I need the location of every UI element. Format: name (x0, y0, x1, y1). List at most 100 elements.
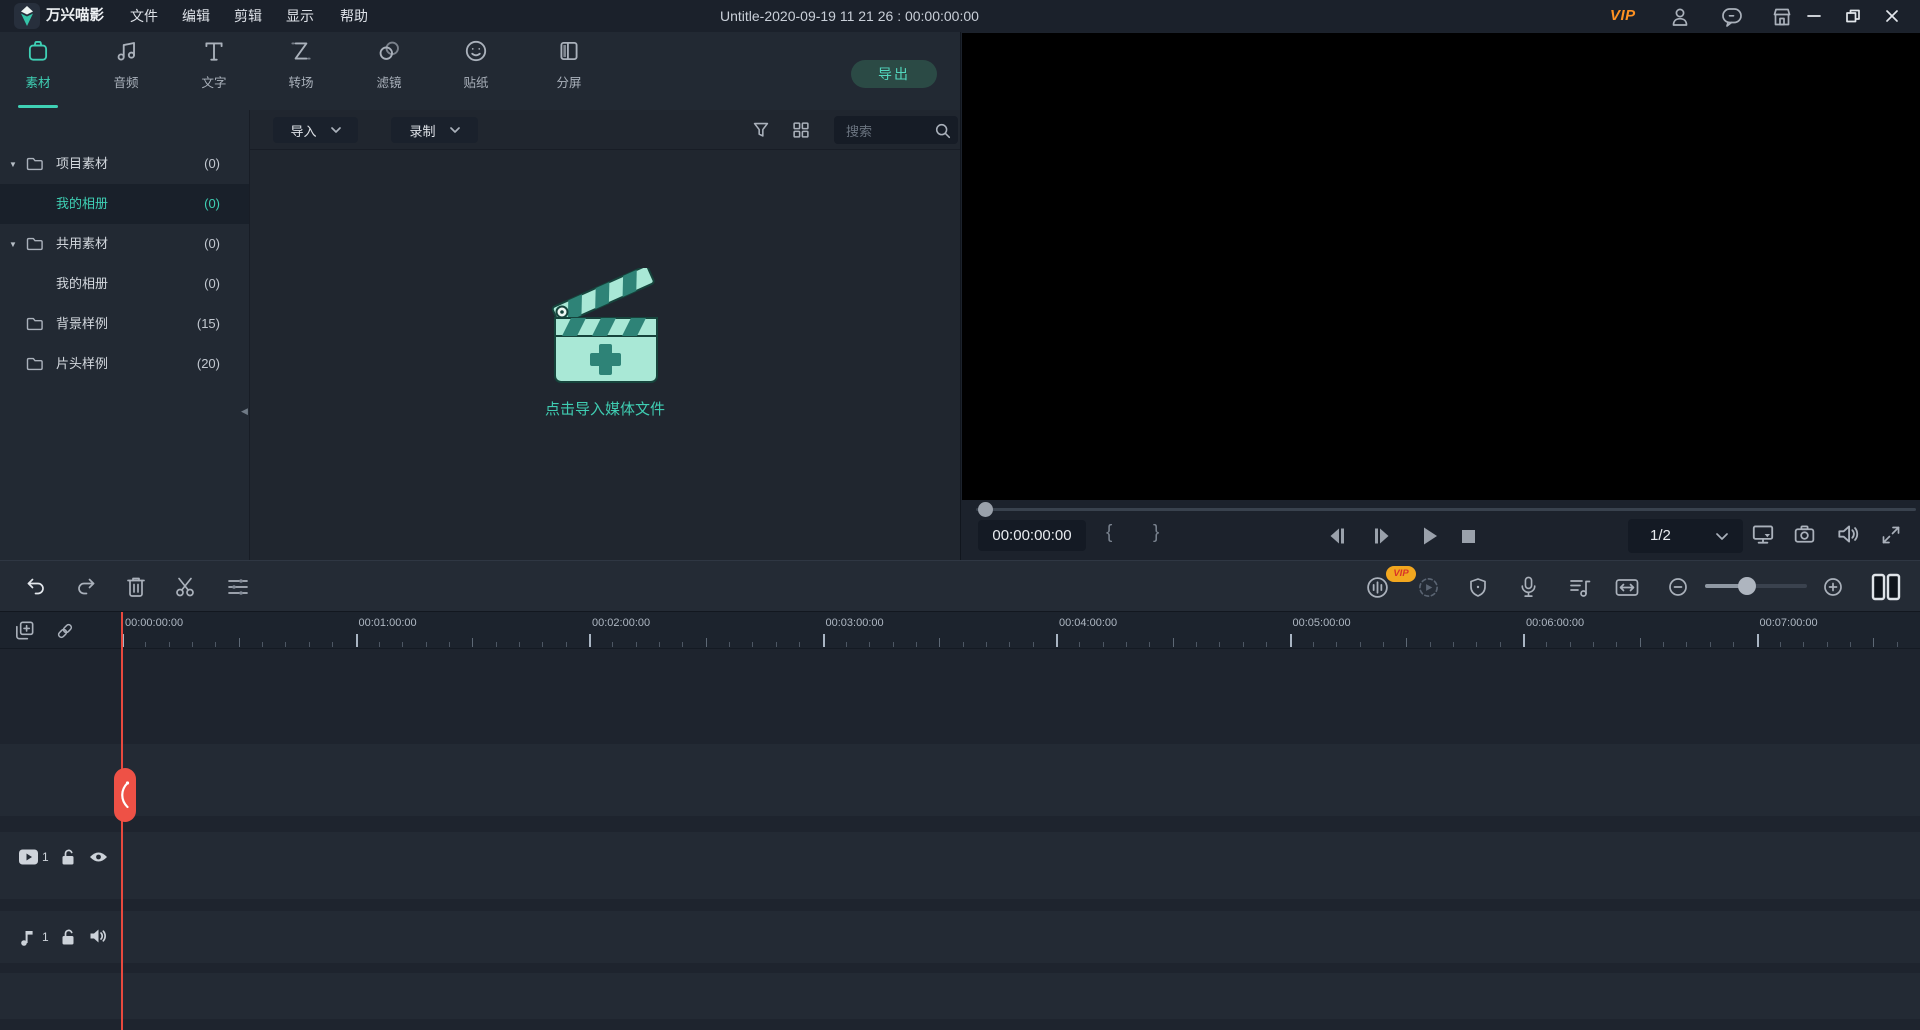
sticker-tab-icon (463, 38, 489, 64)
expand-arrow-icon[interactable]: ▼ (9, 225, 17, 265)
menu-help[interactable]: 帮助 (336, 0, 372, 32)
play-button[interactable] (1420, 525, 1440, 547)
volume-icon[interactable] (1835, 521, 1861, 547)
ruler-tick (1500, 642, 1501, 647)
minimize-button[interactable] (1806, 8, 1822, 24)
tab-splitscreen[interactable]: 分屏 (537, 38, 601, 104)
menu-file[interactable]: 文件 (126, 0, 162, 32)
restore-button[interactable] (1845, 8, 1861, 24)
import-button[interactable]: 导入 (273, 117, 358, 143)
tab-transition[interactable]: 转场 (269, 38, 333, 104)
lock-icon[interactable] (60, 927, 78, 947)
ruler-tick (706, 638, 707, 647)
ruler-tick (1266, 642, 1267, 647)
menu-edit[interactable]: 编辑 (178, 0, 214, 32)
stop-button[interactable] (1461, 529, 1476, 544)
sidebar-item-my-album[interactable]: 我的相册 (0) (0, 184, 249, 224)
undo-button[interactable] (24, 576, 48, 598)
ruler-tick (1336, 642, 1337, 647)
ruler-tick (239, 638, 240, 647)
seek-handle[interactable] (978, 502, 993, 517)
seek-bar[interactable] (976, 508, 1916, 511)
ruler-tick (1803, 642, 1804, 647)
grid-view-icon[interactable] (790, 119, 812, 141)
account-icon[interactable] (1669, 7, 1691, 27)
sidebar-item-shared-media[interactable]: ▼ 共用素材 (0) (0, 224, 249, 264)
auto-ripple-icon[interactable] (1614, 576, 1640, 599)
sidebar-item-intro-samples[interactable]: 片头样例 (20) (0, 344, 249, 384)
ruler-tick (1196, 642, 1197, 647)
redo-button[interactable] (74, 576, 98, 598)
adjust-button[interactable] (226, 576, 250, 598)
track-visibility-eye-icon[interactable] (88, 849, 109, 865)
search-input[interactable] (844, 116, 934, 146)
expand-arrow-icon[interactable]: ▼ (9, 145, 17, 185)
timeline-zoom-slider[interactable] (1705, 584, 1807, 588)
ruler-tick (1033, 642, 1034, 647)
close-button[interactable] (1884, 8, 1900, 24)
split-scissors-button[interactable] (174, 576, 198, 598)
ruler-tick (449, 642, 450, 647)
collapse-panel-icon[interactable]: ◀ (241, 406, 248, 417)
timeline-lane-upper (0, 744, 1920, 816)
render-preview-icon[interactable] (1417, 576, 1440, 599)
ruler-tick (869, 642, 870, 647)
mark-in-icon[interactable]: { (1106, 522, 1112, 544)
timeline-ruler[interactable]: 00:00:00:0000:01:00:0000:02:00:0000:03:0… (0, 612, 1920, 648)
filter-view-icon[interactable] (750, 119, 772, 141)
preview-quality-dropdown[interactable]: 1/2 (1628, 519, 1743, 553)
delete-button[interactable] (125, 575, 147, 599)
ruler-tick (1710, 642, 1711, 647)
record-button[interactable]: 录制 (391, 117, 478, 143)
sidebar-item-project-media[interactable]: ▼ 项目素材 (0) (0, 144, 249, 184)
playhead-handle[interactable] (114, 768, 136, 822)
sidebar-item-shared-my-album[interactable]: 我的相册 (0) (0, 264, 249, 304)
import-media-hint: 点击导入媒体文件 (545, 398, 665, 419)
vip-button[interactable]: VIP (1610, 0, 1636, 32)
next-frame-button[interactable] (1371, 526, 1393, 546)
menu-view[interactable]: 显示 (282, 0, 318, 32)
zoom-out-icon[interactable] (1668, 577, 1688, 597)
item-count: (0) (204, 184, 220, 224)
media-tab-label: 素材 (6, 72, 70, 91)
zoom-in-icon[interactable] (1823, 577, 1843, 597)
tab-text[interactable]: 文字 (182, 38, 246, 104)
store-icon[interactable] (1771, 6, 1793, 28)
tab-audio[interactable]: 音频 (94, 38, 158, 104)
previous-frame-button[interactable] (1326, 526, 1348, 546)
layout-columns-icon[interactable] (1870, 573, 1902, 601)
play-on-monitor-icon[interactable] (1750, 521, 1776, 547)
sidebar-item-label: 背景样例 (56, 304, 108, 344)
record-voiceover-icon[interactable] (1517, 575, 1540, 600)
import-media-clapperboard-icon[interactable] (537, 268, 673, 392)
app-logo-icon (14, 3, 40, 29)
search-icon[interactable] (934, 122, 952, 140)
ruler-tick (402, 642, 403, 647)
sidebar-item-background-samples[interactable]: 背景样例 (15) (0, 304, 249, 344)
feedback-icon[interactable] (1721, 6, 1743, 28)
export-button[interactable]: 导出 (851, 60, 937, 88)
menu-clip[interactable]: 剪辑 (230, 0, 266, 32)
tab-media[interactable]: 素材 (6, 38, 70, 104)
lock-icon[interactable] (60, 847, 78, 867)
ruler-tick (169, 642, 170, 647)
mark-out-icon[interactable]: } (1153, 522, 1159, 544)
voice-changer-icon[interactable] (1365, 575, 1390, 600)
ruler-tick (1616, 642, 1617, 647)
marker-shield-icon[interactable] (1466, 575, 1490, 600)
ruler-tick (1897, 642, 1898, 647)
ruler-tick (939, 638, 940, 647)
fullscreen-icon[interactable] (1879, 523, 1903, 547)
track-mute-speaker-icon[interactable] (88, 926, 108, 946)
sidebar-item-label: 共用素材 (56, 224, 108, 264)
ruler-tick (1733, 642, 1734, 647)
tab-filter[interactable]: 滤镜 (357, 38, 421, 104)
folder-icon (25, 314, 45, 334)
audio-mixer-icon[interactable] (1568, 576, 1592, 599)
ruler-tick (145, 642, 146, 647)
timeline-zoom-handle[interactable] (1738, 577, 1756, 595)
snapshot-camera-icon[interactable] (1792, 522, 1817, 547)
tab-sticker[interactable]: 贴纸 (444, 38, 508, 104)
timeline-panel: 00:00:00:0000:01:00:0000:02:00:0000:03:0… (0, 612, 1920, 1030)
ruler-tick (1453, 642, 1454, 647)
